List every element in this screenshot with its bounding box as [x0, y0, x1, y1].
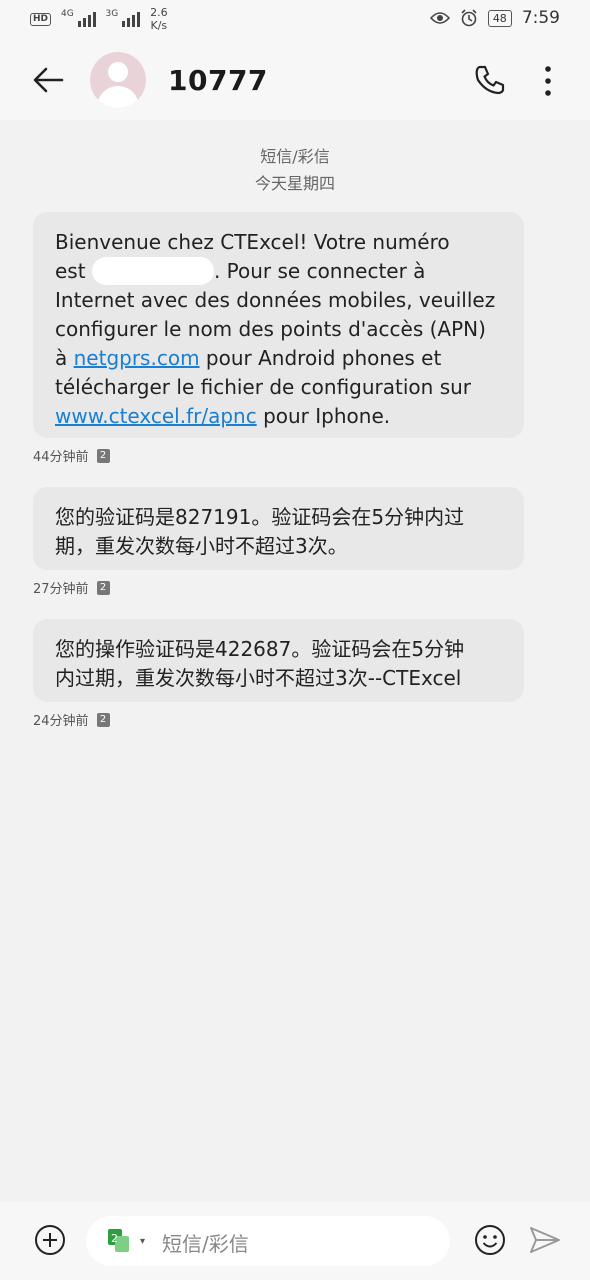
message-bubble[interactable]: 您的验证码是827191。验证码会在5分钟内过 期，重发次数每小时不超过3次。: [33, 487, 524, 570]
hd-voice-icon: HD: [30, 12, 52, 26]
sim-card-icon: 2: [96, 712, 110, 727]
redacted-number: [91, 256, 214, 285]
battery-icon: 48: [487, 9, 512, 27]
composer-bar: 2 ▾ 短信/彩信: [0, 1202, 590, 1280]
message-timestamp: 27分钟前 2: [33, 578, 110, 597]
avatar[interactable]: [90, 52, 146, 108]
emoji-icon[interactable]: [474, 1224, 506, 1256]
sim-card-icon: 2: [96, 580, 110, 595]
status-bar: HD 4G 3G 2.6 K/s 48 7:59: [0, 0, 590, 40]
sim-select-icon[interactable]: 2: [108, 1229, 130, 1253]
message-bubble[interactable]: Bienvenue chez CTExcel! Votre numéro est…: [33, 212, 524, 438]
date-label: 今天星期四: [254, 174, 335, 193]
signal-bars-icon: [77, 9, 96, 27]
conversation-header: 10777: [0, 40, 590, 120]
signal-4g: 4G: [61, 9, 96, 30]
message-type-label: 短信/彩信: [260, 147, 330, 166]
netgprs-link[interactable]: netgprs.com: [74, 346, 200, 370]
clock: 7:59: [521, 8, 560, 28]
message-placeholder: 短信/彩信: [162, 1232, 249, 1256]
chevron-down-icon[interactable]: ▾: [140, 1236, 145, 1247]
message-bubble[interactable]: 您的操作验证码是422687。验证码会在5分钟 内过期，重发次数每小时不超过3次…: [33, 619, 524, 702]
message-input[interactable]: 2 ▾ 短信/彩信: [86, 1216, 450, 1266]
more-options-icon[interactable]: [536, 64, 560, 98]
contact-title[interactable]: 10777: [168, 64, 268, 97]
phone-icon[interactable]: [472, 62, 508, 98]
back-arrow-icon[interactable]: [28, 60, 68, 100]
send-icon[interactable]: [528, 1224, 562, 1256]
message-timestamp: 24分钟前 2: [33, 710, 110, 729]
eye-icon: [429, 12, 450, 24]
signal-bars-icon: [122, 9, 141, 27]
signal-3g: 3G: [106, 9, 141, 30]
add-attachment-icon[interactable]: [34, 1224, 66, 1256]
sim-card-icon: 2: [96, 448, 110, 463]
message-timestamp: 44分钟前 2: [33, 446, 110, 465]
alarm-icon: [461, 9, 477, 27]
network-speed: 2.6 K/s: [150, 6, 168, 32]
ctexcel-apnc-link[interactable]: www.ctexcel.fr/apnc: [55, 404, 257, 428]
svg-text:2: 2: [111, 1232, 118, 1245]
